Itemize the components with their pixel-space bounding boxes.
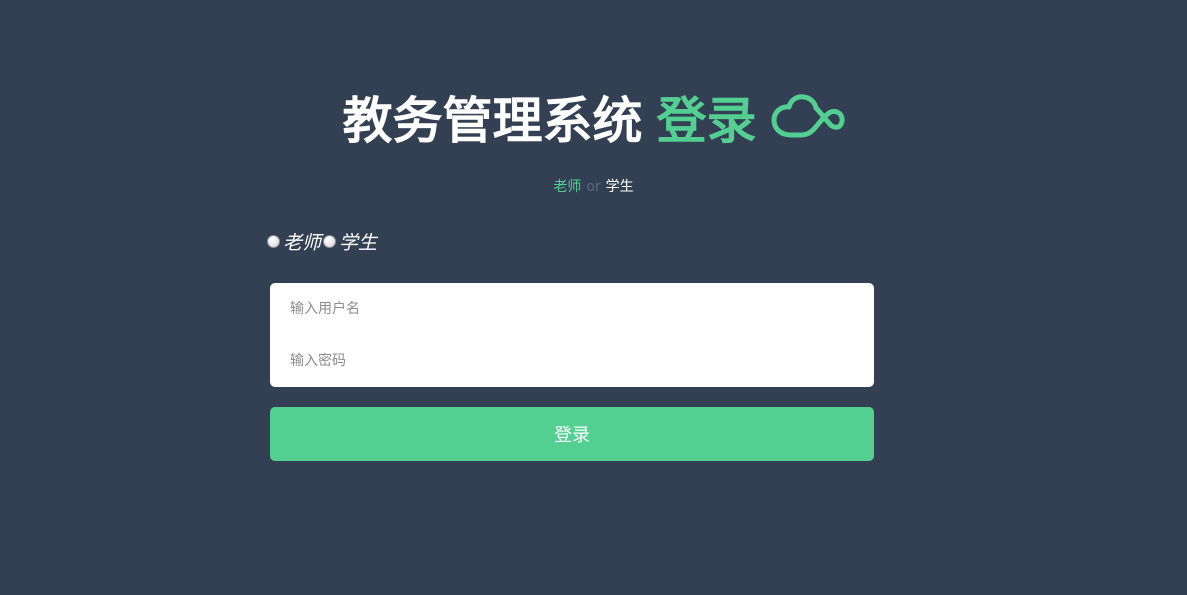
username-input[interactable] [270, 283, 874, 335]
role-subtitle: 老师 or 学生 [0, 177, 1187, 197]
subtitle-teacher: 老师 [553, 179, 582, 195]
subtitle-or: or [586, 179, 601, 195]
radio-teacher[interactable] [267, 234, 280, 248]
radio-student-label[interactable]: 学生 [339, 228, 377, 255]
page-title-main: 教务管理系统 [342, 92, 643, 150]
login-form [270, 283, 874, 387]
radio-teacher-label[interactable]: 老师 [283, 228, 321, 255]
subtitle-student: 学生 [605, 179, 634, 195]
password-input[interactable] [270, 335, 874, 387]
page-title-accent: 登录 [656, 92, 757, 150]
radio-student[interactable] [323, 234, 337, 248]
cloud-icon [771, 93, 845, 141]
role-selector: 老师 学生 [267, 228, 377, 254]
page-title: 教务管理系统 登录 [0, 84, 1187, 150]
login-button[interactable]: 登录 [270, 407, 874, 461]
